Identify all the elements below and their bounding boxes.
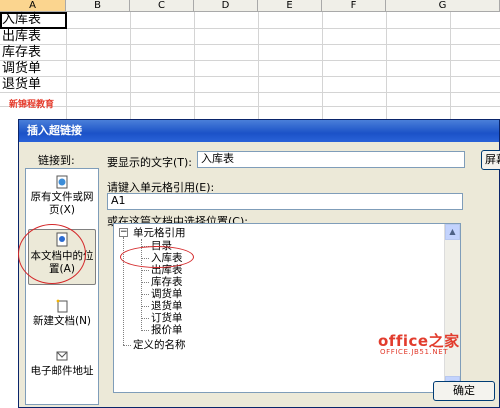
email-icon <box>56 351 68 361</box>
new-document-icon <box>56 299 68 313</box>
nav-existing-file[interactable]: 原有文件或网页(X) <box>28 175 96 217</box>
text-to-display-input[interactable]: 入库表 <box>197 151 465 168</box>
column-header-e[interactable]: E <box>258 0 322 12</box>
column-header-b[interactable]: B <box>66 0 130 12</box>
tree-root-cell-reference[interactable]: 单元格引用 <box>133 227 186 239</box>
column-header-d[interactable]: D <box>194 0 258 12</box>
nav-existing-label: 原有文件或网页(X) <box>30 191 94 216</box>
watermark-url: OFFICE.JB51.NET <box>380 348 449 356</box>
annotation-ellipse-item <box>120 246 194 268</box>
insert-hyperlink-dialog: 插入超链接 链接到: 原有文件或网页(X) 本文档中的位置(A) 新建文档(N) <box>18 119 500 408</box>
grid-line <box>0 60 500 61</box>
tree-item[interactable]: 退货单 <box>151 300 183 312</box>
link-to-label: 链接到: <box>38 154 75 167</box>
tree-item[interactable]: 库存表 <box>151 276 183 288</box>
tree-item[interactable]: 订货单 <box>151 312 183 324</box>
collapse-icon[interactable]: − <box>119 228 128 237</box>
grid-line <box>0 106 500 107</box>
cell-a4[interactable]: 调货单 <box>2 61 41 77</box>
tree-line <box>141 330 149 331</box>
column-header-g[interactable]: G <box>386 0 500 12</box>
tree-line <box>141 318 149 319</box>
grid-line <box>0 76 500 77</box>
tree-line <box>123 345 131 346</box>
cell-a3[interactable]: 库存表 <box>2 45 41 61</box>
cell-a5[interactable]: 退货单 <box>2 77 41 93</box>
link-type-bar: 原有文件或网页(X) 本文档中的位置(A) 新建文档(N) 电子邮件地址 <box>25 168 99 405</box>
tree-line <box>141 282 149 283</box>
web-page-icon <box>56 175 68 189</box>
tree-item[interactable]: 调货单 <box>151 288 183 300</box>
tree-scrollbar[interactable]: ▲ ▼ <box>444 224 460 392</box>
grid-line <box>0 28 500 29</box>
nav-email-label: 电子邮件地址 <box>30 365 94 377</box>
screen-tip-button[interactable]: 屏幕 <box>481 150 500 170</box>
cell-a2[interactable]: 出库表 <box>2 29 41 45</box>
grid-line <box>0 92 500 93</box>
grid-line <box>0 44 500 45</box>
nav-new-document[interactable]: 新建文档(N) <box>28 299 96 328</box>
nav-new-document-label: 新建文档(N) <box>32 315 92 327</box>
cell-a1[interactable]: 入库表 <box>2 12 41 28</box>
cell-reference-input[interactable]: A1 <box>107 193 463 210</box>
tree-line <box>141 270 149 271</box>
dialog-title[interactable]: 插入超链接 <box>19 120 499 142</box>
nav-email[interactable]: 电子邮件地址 <box>28 349 96 378</box>
tree-line <box>141 306 149 307</box>
column-header-f[interactable]: F <box>322 0 386 12</box>
scroll-up-icon[interactable]: ▲ <box>445 224 460 240</box>
column-header-c[interactable]: C <box>130 0 194 12</box>
tree-defined-names[interactable]: 定义的名称 <box>133 339 186 351</box>
tree-item[interactable]: 报价单 <box>151 324 183 336</box>
ok-button[interactable]: 确定 <box>433 381 495 401</box>
note-text: 新锦程教育 <box>9 100 55 110</box>
annotation-ellipse-nav <box>18 224 86 284</box>
tree-line <box>141 294 149 295</box>
column-header-a[interactable]: A <box>0 0 66 12</box>
text-to-display-label: 要显示的文字(T): <box>107 156 193 169</box>
